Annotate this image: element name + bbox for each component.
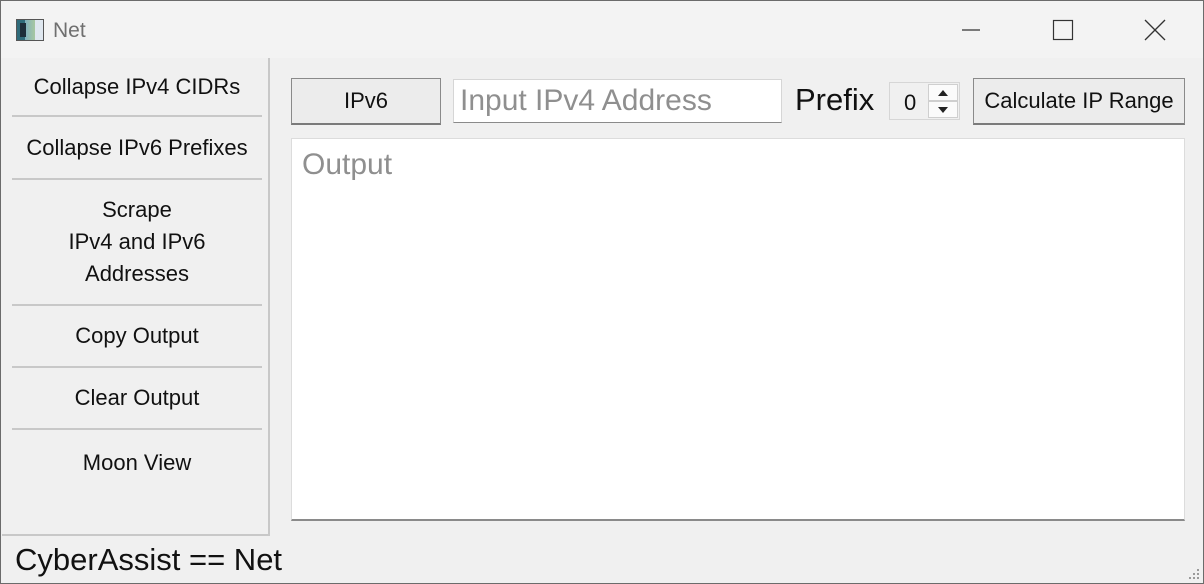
ipv6-toggle-label: IPv6: [343, 88, 389, 113]
calculate-ip-range-label: Calculate IP Range: [984, 88, 1174, 113]
sidebar: Collapse IPv4 CIDRs Collapse IPv6 Prefix…: [2, 58, 270, 536]
clear-output-label: Clear Output: [74, 385, 200, 410]
resize-grip-icon[interactable]: [1186, 566, 1200, 580]
prefix-value[interactable]: 0: [904, 90, 916, 116]
collapse-ipv6-prefixes-button[interactable]: Collapse IPv6 Prefixes: [12, 117, 262, 180]
window-title: Net: [53, 19, 86, 42]
app-window: Net Collapse IPv4 CIDRs Collapse IPv6 Pr…: [0, 0, 1204, 584]
output-placeholder: Output: [302, 148, 393, 181]
status-label: CyberAssist == Net: [15, 542, 283, 577]
title-bar[interactable]: Net: [1, 1, 1203, 58]
copy-output-label: Copy Output: [75, 323, 199, 348]
calculate-ip-range-button[interactable]: Calculate IP Range: [973, 78, 1185, 125]
scrape-addresses-button[interactable]: Scrape IPv4 and IPv6 Addresses: [12, 180, 262, 306]
collapse-ipv4-cidrs-label: Collapse IPv4 CIDRs: [33, 73, 241, 99]
output-textarea[interactable]: Output: [291, 138, 1185, 521]
moon-view-button[interactable]: Moon View: [12, 430, 262, 496]
maximize-icon: [1052, 19, 1074, 41]
maximize-button[interactable]: [1040, 13, 1086, 47]
collapse-ipv4-cidrs-button[interactable]: Collapse IPv4 CIDRs: [12, 58, 262, 117]
prefix-increment-button[interactable]: [928, 84, 958, 101]
prefix-spinbox[interactable]: 0: [889, 82, 960, 120]
moon-view-label: Moon View: [82, 450, 192, 475]
prefix-decrement-button[interactable]: [928, 101, 958, 118]
collapse-ipv6-prefixes-label: Collapse IPv6 Prefixes: [26, 134, 248, 160]
ipv6-toggle-button[interactable]: IPv6: [291, 78, 441, 125]
close-icon: [1144, 19, 1166, 41]
prefix-label: Prefix: [795, 82, 875, 117]
caret-down-icon: [938, 106, 948, 113]
ip-address-input[interactable]: [453, 79, 782, 123]
copy-output-button[interactable]: Copy Output: [12, 306, 262, 368]
minimize-icon: [962, 29, 980, 31]
scrape-addresses-label: Scrape IPv4 and IPv6 Addresses: [68, 197, 206, 286]
caret-up-icon: [938, 89, 948, 96]
app-icon: [16, 19, 44, 41]
close-button[interactable]: [1132, 13, 1178, 47]
clear-output-button[interactable]: Clear Output: [12, 368, 262, 430]
minimize-button[interactable]: [948, 13, 994, 47]
